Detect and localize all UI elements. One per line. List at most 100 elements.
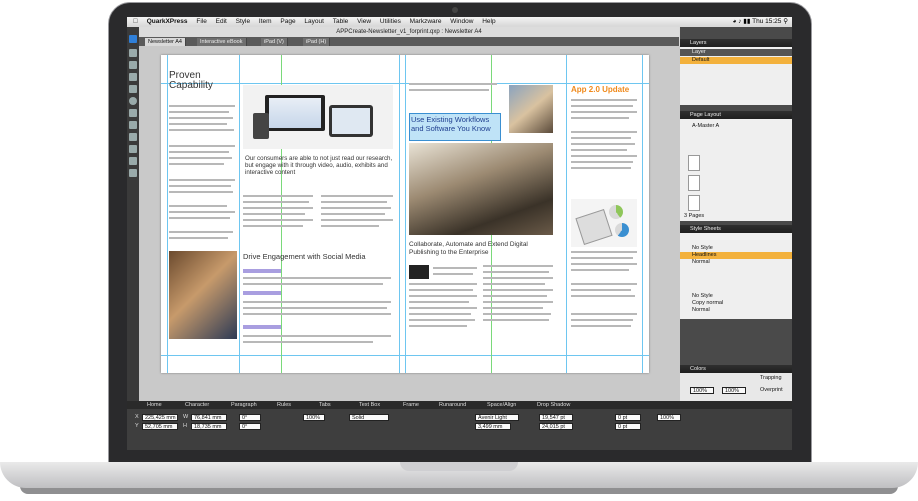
body-text[interactable] (571, 99, 637, 101)
y-field[interactable]: 52,705 mm (142, 423, 178, 430)
body-text[interactable] (571, 149, 627, 151)
body-text[interactable] (483, 313, 551, 315)
meas-tab-rules[interactable]: Rules (277, 401, 291, 409)
page-spread[interactable]: Proven Capability Our consumers are able… (161, 55, 649, 373)
meas-tab-text-box[interactable]: Text Box (359, 401, 380, 409)
body-text[interactable] (483, 319, 549, 321)
body-text[interactable] (169, 211, 235, 213)
body-text[interactable] (571, 167, 631, 169)
color-opacity-field-2[interactable]: 100% (722, 387, 746, 394)
body-text[interactable] (571, 313, 637, 315)
overprint-label[interactable]: Overprint (760, 387, 783, 394)
line-tool-icon[interactable] (129, 121, 137, 129)
body-text[interactable] (321, 225, 379, 227)
text-box-tool-icon[interactable] (129, 73, 137, 81)
body-text[interactable] (571, 137, 631, 139)
font-dropdown[interactable]: Avenir Light (475, 414, 519, 421)
baseline-field-1[interactable]: 0 pt (615, 414, 641, 421)
para-style-headlines[interactable]: Headlines (680, 252, 792, 259)
meas-tab-frame[interactable]: Frame (403, 401, 419, 409)
body-text[interactable] (169, 191, 233, 193)
body-text[interactable] (243, 313, 391, 315)
body-text[interactable] (483, 301, 553, 303)
body-text[interactable] (571, 263, 637, 265)
body-text[interactable] (169, 157, 232, 159)
body-text[interactable] (483, 265, 553, 267)
body-text[interactable] (409, 295, 477, 297)
menu-markzware[interactable]: Markzware (410, 17, 442, 26)
body-text[interactable] (571, 269, 629, 271)
body-text[interactable] (243, 225, 303, 227)
height-field[interactable]: 18,735 mm (191, 423, 227, 430)
body-text[interactable] (409, 289, 473, 291)
master-page-item[interactable]: A-Master A (680, 123, 792, 130)
body-text[interactable] (169, 105, 235, 107)
menu-layout[interactable]: Layout (304, 17, 324, 26)
body-text[interactable] (321, 219, 393, 221)
menu-window[interactable]: Window (450, 17, 473, 26)
tab-newsletter-a4[interactable]: Newsletter A4 (145, 38, 186, 46)
menu-app[interactable]: QuarkXPress (147, 17, 188, 26)
page-layout-panel-header[interactable]: Page Layout (680, 111, 792, 119)
heading-app-update[interactable]: App 2.0 Update (571, 85, 635, 94)
body-text[interactable] (243, 341, 373, 343)
body-text[interactable] (571, 319, 633, 321)
leading-field[interactable]: 19,547 pt (539, 414, 573, 421)
angle-field-1[interactable]: 0° (239, 414, 261, 421)
line-style-dropdown[interactable]: Solid (349, 414, 389, 421)
oval-tool-icon[interactable] (129, 97, 137, 105)
char-style-copy-normal[interactable]: Copy normal (680, 300, 792, 307)
body-text[interactable] (243, 301, 391, 303)
body-text[interactable] (243, 207, 313, 209)
heading-drive-engagement[interactable]: Drive Engagement with Social Media (243, 253, 393, 261)
body-text[interactable] (243, 201, 309, 203)
body-text[interactable] (571, 251, 637, 253)
body-text[interactable] (169, 231, 233, 233)
body-text[interactable] (483, 283, 545, 285)
body-text[interactable] (409, 283, 477, 285)
page-thumbnail[interactable] (688, 155, 700, 171)
body-text[interactable] (169, 179, 235, 181)
tablet-image[interactable] (409, 265, 429, 279)
menu-page[interactable]: Page (280, 17, 295, 26)
style-sheets-panel-header[interactable]: Style Sheets (680, 225, 792, 233)
body-text[interactable] (169, 129, 234, 131)
colors-panel-header[interactable]: Colors (680, 365, 792, 373)
body-text[interactable] (433, 267, 477, 269)
width-field[interactable]: 76,841 mm (191, 414, 227, 421)
body-text[interactable] (571, 295, 635, 297)
page-thumbnail[interactable] (688, 195, 700, 211)
body-text[interactable] (169, 237, 228, 239)
body-text[interactable] (169, 205, 227, 207)
battery-icon[interactable]: ▮▮ (743, 18, 750, 25)
spotlight-icon[interactable]: ⚲ (783, 18, 788, 25)
para-style-normal[interactable]: Normal (680, 259, 792, 266)
body-text[interactable] (571, 283, 637, 285)
menu-utilities[interactable]: Utilities (380, 17, 401, 26)
body-text[interactable] (483, 271, 549, 273)
body-text[interactable] (571, 289, 631, 291)
meas-tab-character[interactable]: Character (185, 401, 209, 409)
angle-field-2[interactable]: 0° (239, 423, 261, 430)
meas-tab-drop-shadow[interactable]: Drop Shadow (537, 401, 570, 409)
body-text[interactable] (321, 207, 391, 209)
shade-field-1[interactable]: 100% (303, 414, 325, 421)
body-text[interactable] (483, 307, 543, 309)
body-text[interactable] (169, 123, 227, 125)
body-text[interactable] (571, 257, 633, 259)
body-text[interactable] (243, 283, 383, 285)
layer-default[interactable]: Default (680, 57, 792, 64)
clock[interactable]: Thu 15:25 (752, 18, 781, 25)
tab-ipad-h[interactable]: iPad (H) (303, 38, 331, 46)
body-text[interactable] (243, 307, 387, 309)
body-text[interactable] (433, 273, 473, 275)
body-text[interactable] (169, 111, 229, 113)
body-text[interactable] (409, 307, 477, 309)
meas-tab-runaround[interactable]: Runaround (439, 401, 466, 409)
pan-tool-icon[interactable] (129, 169, 137, 177)
body-text[interactable] (243, 335, 391, 337)
body-text[interactable] (571, 111, 637, 113)
apple-icon[interactable]:  (133, 17, 138, 26)
body-text[interactable] (243, 219, 313, 221)
meas-tab-space-align[interactable]: Space/Align (487, 401, 516, 409)
